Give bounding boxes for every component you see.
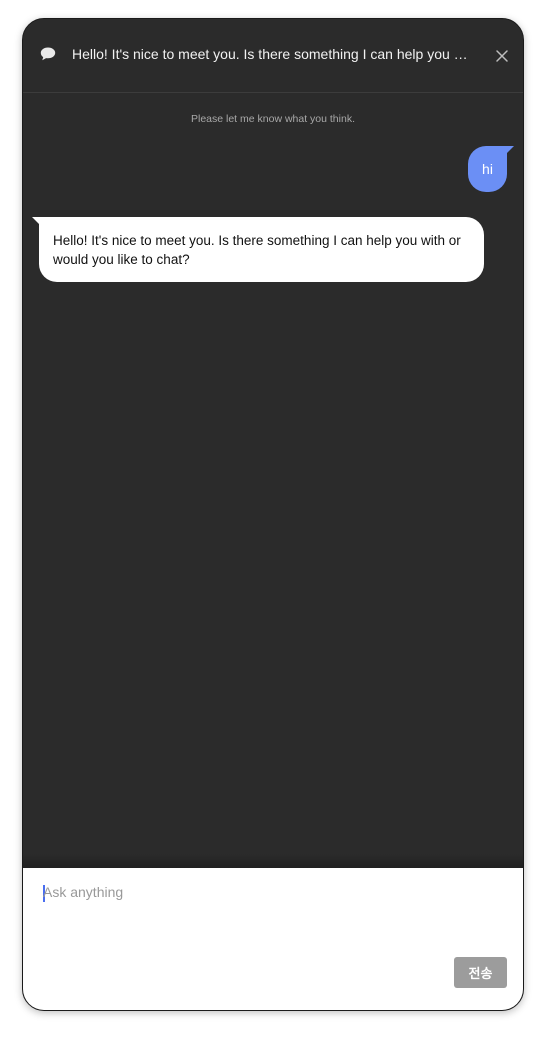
chat-header: Hello! It's nice to meet you. Is there s… bbox=[23, 19, 523, 93]
close-icon[interactable] bbox=[493, 47, 511, 65]
message-list[interactable]: Please let me know what you think. hi He… bbox=[23, 93, 523, 868]
composer-shadow bbox=[23, 854, 523, 868]
user-message: hi bbox=[468, 146, 507, 192]
send-button[interactable]: 전송 bbox=[454, 957, 507, 988]
chat-window: Hello! It's nice to meet you. Is there s… bbox=[22, 18, 524, 1011]
assistant-message: Hello! It's nice to meet you. Is there s… bbox=[39, 217, 484, 282]
composer: 전송 bbox=[23, 868, 523, 1010]
chat-title: Hello! It's nice to meet you. Is there s… bbox=[72, 46, 477, 62]
ask-input[interactable] bbox=[41, 882, 505, 946]
feedback-notice: Please let me know what you think. bbox=[190, 113, 355, 125]
chat-bubble-icon bbox=[39, 46, 57, 62]
